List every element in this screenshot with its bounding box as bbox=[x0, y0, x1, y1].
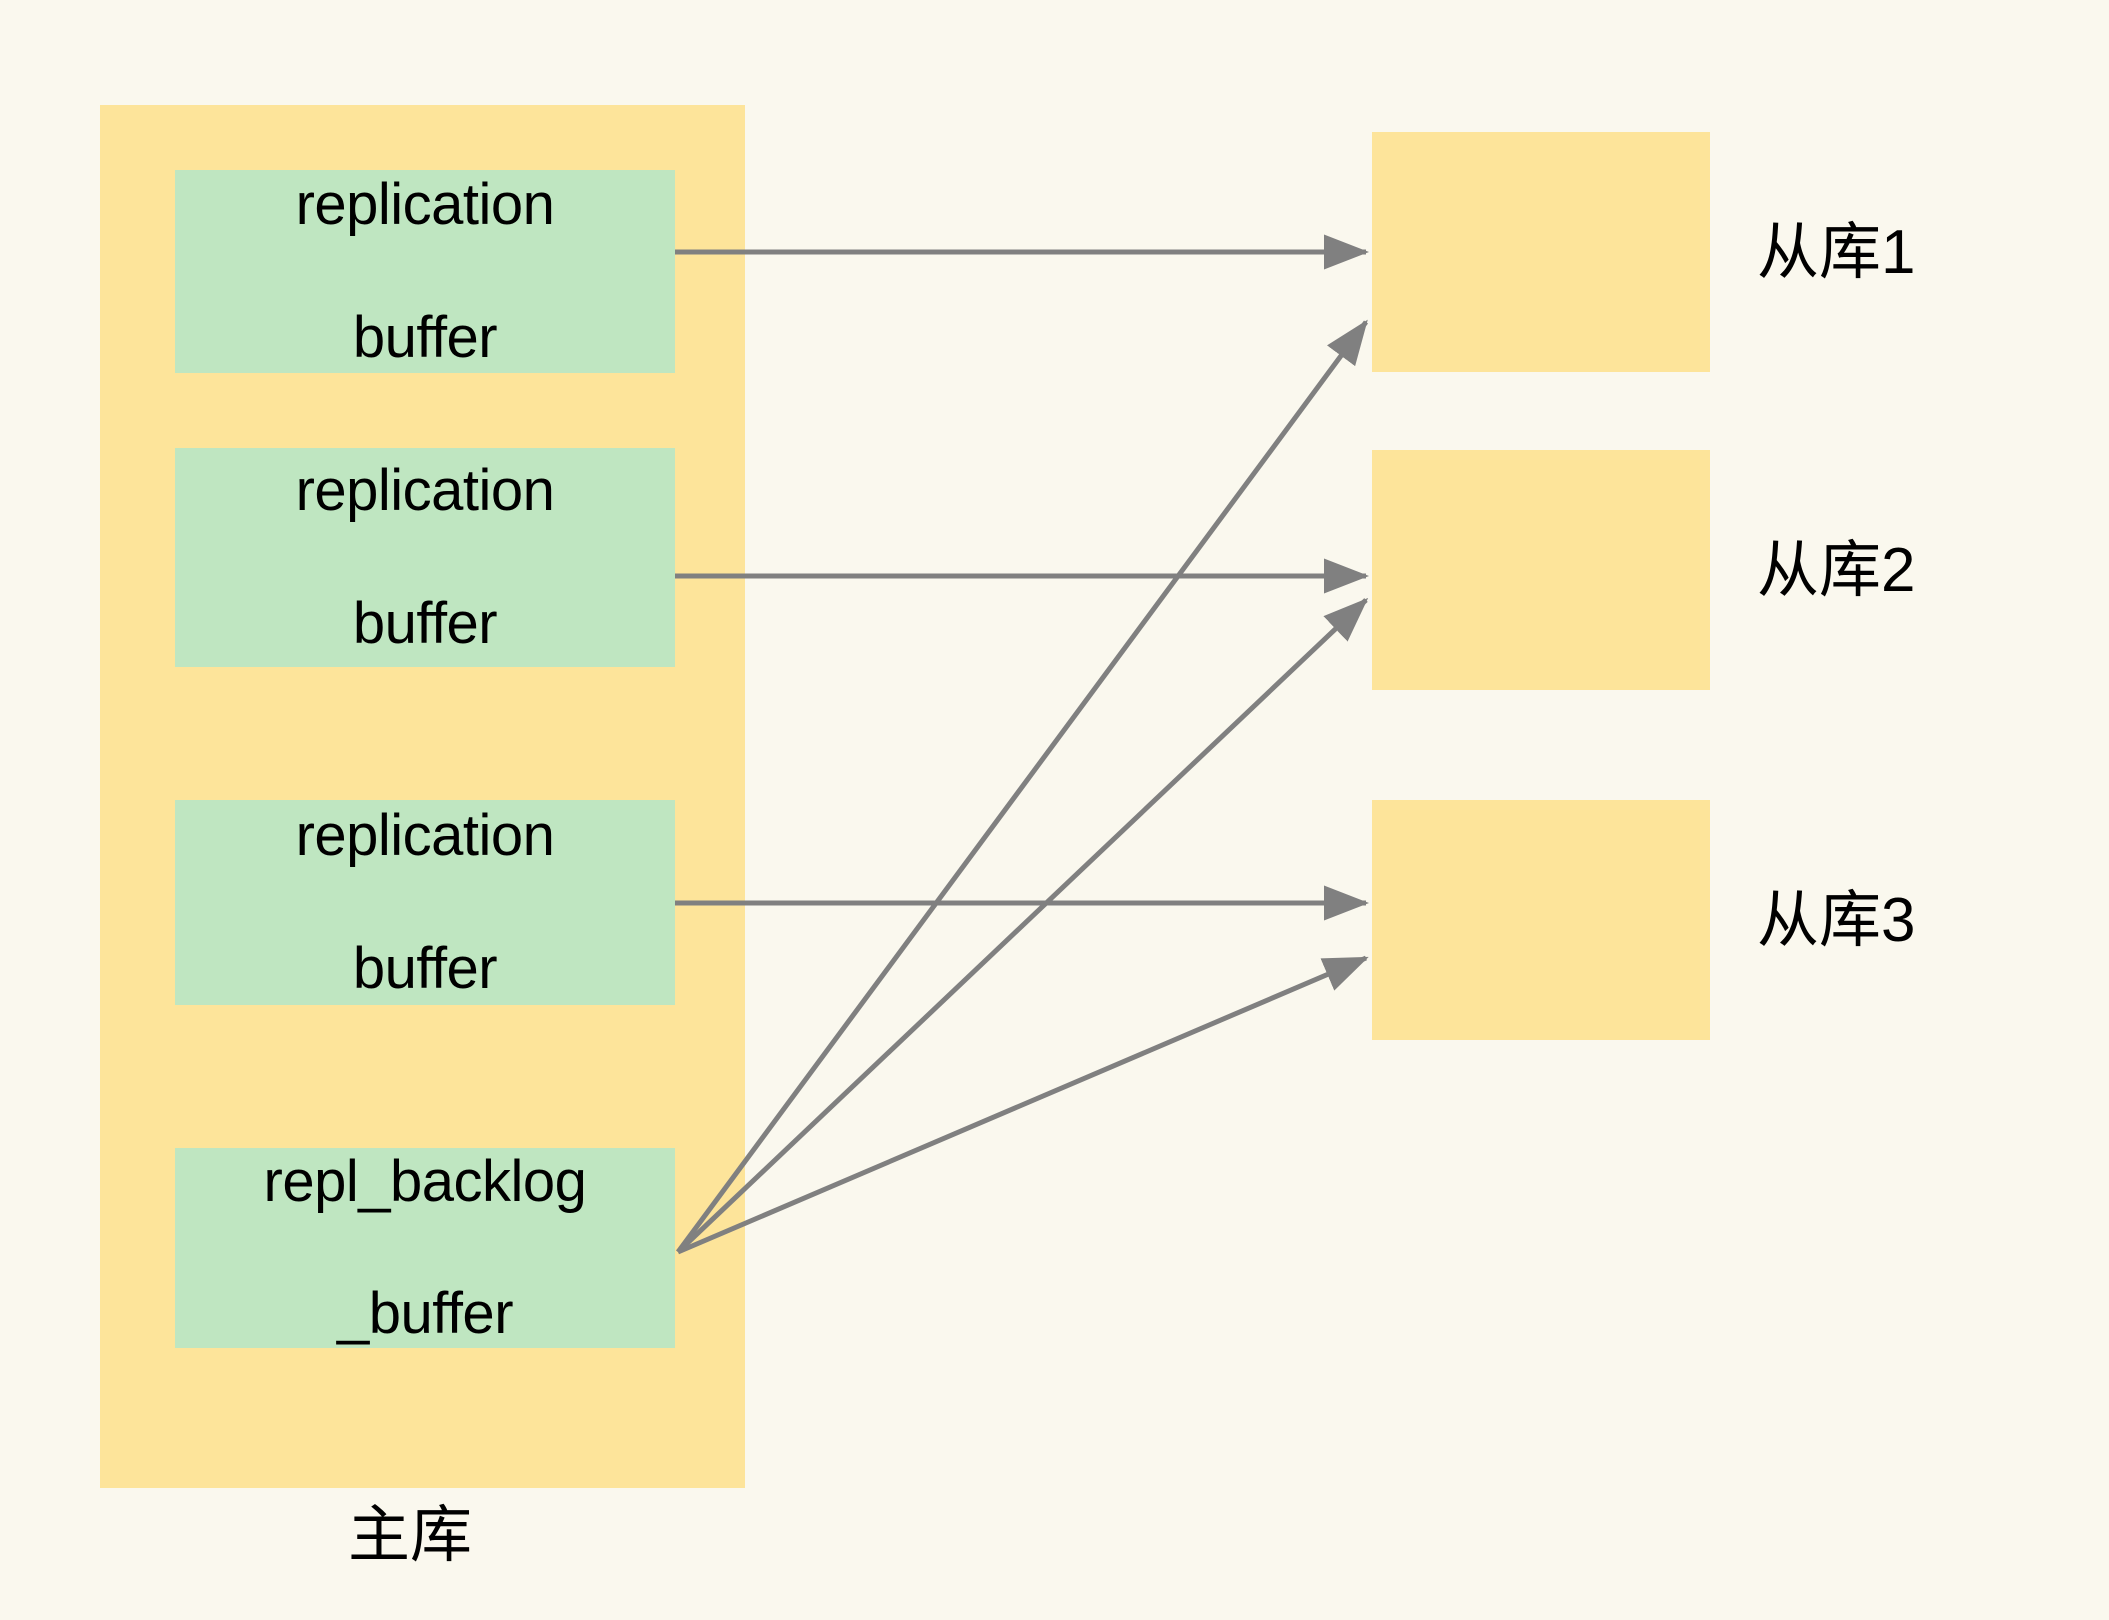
master-database-label: 主库 bbox=[348, 1501, 473, 1570]
replication-buffer-2-line1: replication bbox=[295, 458, 555, 524]
arrow-repl-backlog-buffer-to-slave-2 bbox=[676, 597, 1369, 1254]
replication-buffer-2-box: replication buffer bbox=[175, 448, 675, 667]
replication-buffer-2-line2: buffer bbox=[352, 590, 498, 656]
repl-backlog-buffer-line2: _buffer bbox=[336, 1281, 514, 1347]
arrow-repl-backlog-buffer-to-slave-3 bbox=[677, 955, 1369, 1255]
replication-buffer-1-line2: buffer bbox=[352, 304, 498, 370]
replication-buffer-1-line1: replication bbox=[295, 172, 555, 238]
slave-1-box bbox=[1372, 132, 1710, 372]
replication-buffer-3-box: replication buffer bbox=[175, 800, 675, 1005]
repl-backlog-buffer-line1: repl_backlog bbox=[263, 1148, 587, 1214]
slave-3-label: 从库3 bbox=[1757, 886, 1916, 955]
repl-backlog-buffer-box: repl_backlog _buffer bbox=[175, 1148, 675, 1348]
slave-3-box bbox=[1372, 800, 1710, 1040]
slave-2-box bbox=[1372, 450, 1710, 690]
replication-buffer-3-line1: replication bbox=[295, 803, 555, 869]
replication-buffer-3-line2: buffer bbox=[352, 935, 498, 1001]
slave-1-label: 从库1 bbox=[1757, 218, 1916, 287]
replication-buffer-1-box: replication buffer bbox=[175, 170, 675, 373]
arrow-repl-backlog-buffer-to-slave-1 bbox=[675, 319, 1369, 1254]
slave-2-label: 从库2 bbox=[1757, 536, 1916, 605]
diagram-canvas: replication buffer replication buffer re… bbox=[0, 0, 2109, 1620]
